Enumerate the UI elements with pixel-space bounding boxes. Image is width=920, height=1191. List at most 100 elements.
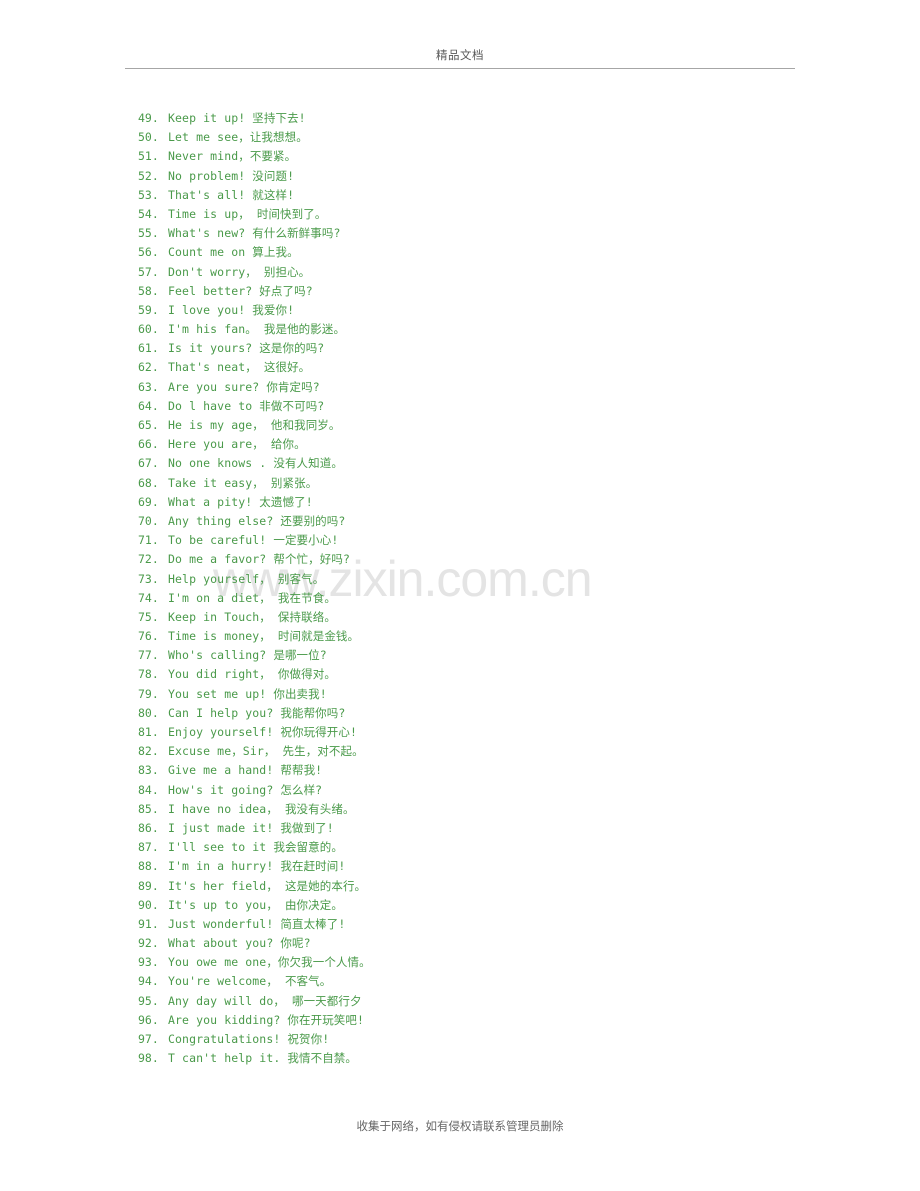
list-item-number: 75.: [138, 609, 159, 624]
header-divider: [125, 68, 795, 69]
list-item: 55. What's new? 有什么新鲜事吗?: [138, 224, 798, 243]
list-item-number: 71.: [138, 533, 159, 548]
list-item: 78. You did right， 你做得对。: [138, 665, 798, 684]
list-item-number: 49.: [138, 111, 159, 125]
list-item-number: 88.: [138, 859, 159, 874]
list-item-number: 61.: [138, 341, 159, 356]
list-item-text: Give me a hand! 帮帮我!: [168, 763, 323, 778]
list-item: 54. Time is up， 时间快到了。: [138, 205, 798, 224]
list-item-text: To be careful! 一定要小心!: [168, 533, 339, 548]
list-item: 98. T can't help it. 我情不自禁。: [138, 1049, 798, 1068]
list-item: 96. Are you kidding? 你在开玩笑吧!: [138, 1011, 798, 1030]
page-header: 精品文档: [125, 48, 795, 62]
list-item: 72. Do me a favor? 帮个忙，好吗?: [138, 550, 798, 569]
list-item: 60. I'm his fan。 我是他的影迷。: [138, 320, 798, 339]
list-item: 95. Any day will do， 哪一天都行夕: [138, 992, 798, 1011]
list-item-number: 74.: [138, 590, 159, 605]
list-item: 50. Let me see，让我想想。: [138, 128, 798, 147]
list-item-number: 85.: [138, 801, 159, 816]
list-item-number: 80.: [138, 705, 159, 720]
list-item-number: 50.: [138, 130, 159, 145]
list-item: 58. Feel better? 好点了吗?: [138, 282, 798, 301]
footer-notice: 收集于网络，如有侵权请联系管理员删除: [356, 1119, 564, 1133]
list-item-text: Keep it up! 坚持下去!: [168, 111, 306, 125]
list-item-number: 92.: [138, 936, 159, 951]
list-item-text: Help yourself， 别客气。: [168, 571, 325, 586]
list-item-number: 87.: [138, 840, 159, 855]
list-item-text: Can I help you? 我能帮你吗?: [168, 705, 346, 720]
list-item: 76. Time is money， 时间就是金钱。: [138, 627, 798, 646]
list-item-number: 65.: [138, 418, 159, 432]
list-item: 59. I love you! 我爱你!: [138, 301, 798, 320]
list-item: 65. He is my age， 他和我同岁。: [138, 416, 798, 435]
list-item-number: 69.: [138, 494, 159, 509]
list-item: 69. What a pity! 太遗憾了!: [138, 493, 798, 512]
list-item-number: 94.: [138, 974, 159, 989]
list-item-text: How's it going? 怎么样?: [168, 782, 323, 797]
list-item: 77. Who's calling? 是哪一位?: [138, 646, 798, 665]
list-item: 68. Take it easy， 别紧张。: [138, 474, 798, 493]
list-item-number: 64.: [138, 398, 159, 413]
list-item: 87. I'll see to it 我会留意的。: [138, 838, 798, 857]
list-item-text: Feel better? 好点了吗?: [168, 283, 313, 298]
list-item-number: 81.: [138, 725, 159, 739]
header-title: 精品文档: [436, 48, 484, 62]
list-item-text: Are you sure? 你肯定吗?: [168, 379, 320, 394]
list-item: 70. Any thing else? 还要别的吗?: [138, 512, 798, 531]
list-item-number: 51.: [138, 149, 159, 164]
list-item-text: I love you! 我爱你!: [168, 302, 295, 317]
list-item: 82. Excuse me，Sir， 先生，对不起。: [138, 742, 798, 761]
list-item-number: 76.: [138, 629, 159, 644]
list-item: 75. Keep in Touch， 保持联络。: [138, 608, 798, 627]
list-item-text: That's all! 就这样!: [168, 187, 295, 202]
list-item: 62. That's neat， 这很好。: [138, 358, 798, 377]
list-item-number: 95.: [138, 993, 159, 1008]
list-item-text: I'm in a hurry! 我在赶时间!: [168, 859, 346, 874]
list-item: 66. Here you are， 给你。: [138, 435, 798, 454]
list-item-text: Do me a favor? 帮个忙，好吗?: [168, 552, 350, 567]
list-item-text: Who's calling? 是哪一位?: [168, 648, 327, 663]
list-item: 89. It's her field， 这是她的本行。: [138, 877, 798, 896]
list-item: 56. Count me on 算上我。: [138, 243, 798, 262]
list-item: 85. I have no idea， 我没有头绪。: [138, 800, 798, 819]
list-item-text: Are you kidding? 你在开玩笑吧!: [168, 1012, 365, 1027]
list-item-text: Any thing else? 还要别的吗?: [168, 513, 346, 528]
list-item-number: 56.: [138, 245, 159, 260]
list-item-text: What a pity! 太遗憾了!: [168, 494, 313, 509]
list-item-text: It's up to you， 由你决定。: [168, 897, 343, 912]
list-item-text: T can't help it. 我情不自禁。: [168, 1051, 357, 1066]
document-page: 精品文档 www.zixin.com.cn 49. Keep it up! 坚持下…: [0, 0, 920, 1191]
list-item-text: Take it easy， 别紧张。: [168, 475, 318, 490]
list-item-text: I just made it! 我做到了!: [168, 820, 334, 835]
list-item-number: 67.: [138, 456, 159, 471]
list-item-text: Never mind，不要紧。: [168, 149, 297, 164]
list-item-number: 60.: [138, 322, 159, 337]
list-item: 81. Enjoy yourself! 祝你玩得开心!: [138, 723, 798, 742]
list-item-text: You set me up! 你出卖我!: [168, 686, 327, 701]
list-item-number: 82.: [138, 744, 159, 759]
list-item-text: Is it yours? 这是你的吗?: [168, 341, 325, 356]
list-item: 73. Help yourself， 别客气。: [138, 570, 798, 589]
list-item-text: Do l have to 非做不可吗?: [168, 398, 325, 413]
list-item-text: I'm on a diet， 我在节食。: [168, 590, 336, 605]
list-item-text: You did right， 你做得对。: [168, 667, 336, 682]
list-item-number: 66.: [138, 437, 159, 452]
list-item-text: That's neat， 这很好。: [168, 360, 311, 375]
list-item-text: Time is up， 时间快到了。: [168, 206, 327, 221]
list-item-text: What's new? 有什么新鲜事吗?: [168, 226, 341, 241]
list-item-text: Let me see，让我想想。: [168, 130, 308, 145]
list-item-text: Enjoy yourself! 祝你玩得开心!: [168, 725, 357, 739]
list-item: 90. It's up to you， 由你决定。: [138, 896, 798, 915]
list-item-number: 86.: [138, 820, 159, 835]
list-item-number: 97.: [138, 1032, 159, 1046]
list-item: 80. Can I help you? 我能帮你吗?: [138, 704, 798, 723]
list-item: 79. You set me up! 你出卖我!: [138, 685, 798, 704]
list-item-number: 63.: [138, 379, 159, 394]
list-item: 84. How's it going? 怎么样?: [138, 781, 798, 800]
list-item: 83. Give me a hand! 帮帮我!: [138, 761, 798, 780]
list-item-text: You owe me one，你欠我一个人情。: [168, 955, 371, 970]
page-footer: 收集于网络，如有侵权请联系管理员删除: [125, 1119, 795, 1134]
list-item: 71. To be careful! 一定要小心!: [138, 531, 798, 550]
list-item: 49. Keep it up! 坚持下去!: [138, 109, 798, 128]
list-item: 92. What about you? 你呢?: [138, 934, 798, 953]
